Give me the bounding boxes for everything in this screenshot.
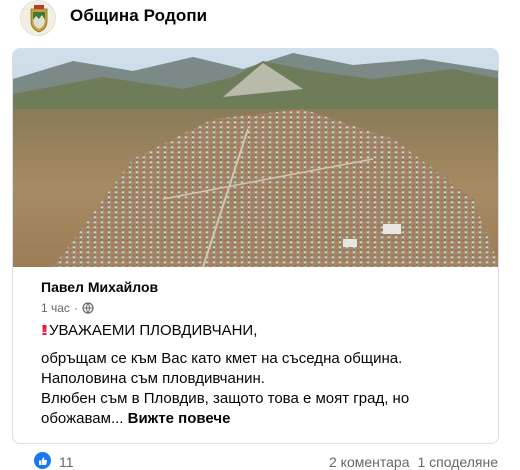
post-time[interactable]: 1 час — [41, 301, 70, 315]
page-avatar[interactable] — [20, 0, 56, 36]
comments-count[interactable]: 2 коментара — [329, 454, 410, 470]
post-line: обръщам се към Вас като кмет на съседна … — [41, 350, 403, 367]
post-headline-row: !! УВАЖАЕМИ ПЛОВДИВЧАНИ, — [41, 321, 481, 341]
coat-of-arms-icon — [21, 1, 55, 35]
post-line-last: обожавам... Вижте повече — [41, 409, 481, 429]
reactions-bar: 11 2 коментара 1 споделяне — [0, 448, 520, 470]
meta-separator: · — [73, 301, 78, 315]
page-name[interactable]: Община Родопи — [70, 6, 207, 26]
globe-icon — [82, 302, 94, 314]
double-exclamation-icon: !! — [41, 322, 48, 339]
page-header: Община Родопи — [0, 0, 520, 38]
post-headline: УВАЖАЕМИ ПЛОВДИВЧАНИ, — [49, 322, 258, 339]
thumbs-up-icon — [38, 456, 47, 465]
post-text: !! УВАЖАЕМИ ПЛОВДИВЧАНИ, обръщам се към … — [41, 321, 481, 429]
post-photo[interactable] — [13, 49, 499, 267]
post-line: обожавам... — [41, 410, 124, 427]
like-count[interactable]: 11 — [59, 454, 74, 470]
post-author[interactable]: Павел Михайлов — [41, 279, 158, 295]
see-more-link[interactable]: Вижте повече — [128, 410, 231, 427]
post-meta: 1 час · — [41, 301, 94, 315]
like-icon[interactable] — [34, 452, 51, 469]
post-line: Влюбен съм в Пловдив, защото това е моят… — [41, 390, 410, 407]
post-card: Павел Михайлов 1 час · !! УВАЖАЕМИ ПЛОВД… — [12, 48, 499, 444]
post-line: Наполовина съм пловдивчанин. — [41, 370, 265, 387]
shares-count[interactable]: 1 споделяне — [418, 454, 499, 470]
post-stats: 2 коментара 1 споделяне — [329, 454, 498, 470]
